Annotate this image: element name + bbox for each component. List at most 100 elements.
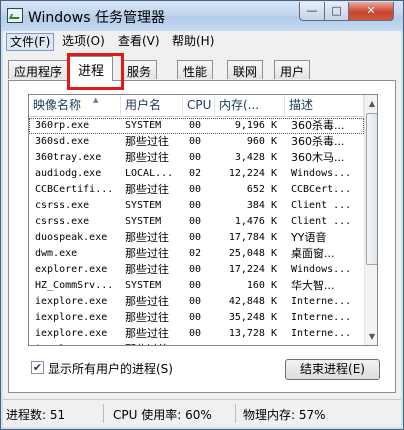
user-name-cell: 那些过往 [125, 247, 169, 260]
table-row[interactable]: CCBCertifi... 那些过往 00 652 K CCBCert... [29, 182, 364, 198]
memory-cell: 35,248 K [228, 312, 277, 323]
processes-panel: 映像名称 ▲ 用户名 CPU 内存(... 描述 360rp.exe SYSTEM… [8, 80, 396, 393]
column-header-user[interactable]: 用户名 [121, 95, 183, 117]
cpu-cell: 00 [189, 296, 202, 307]
tab-applications[interactable]: 应用程序 [8, 60, 69, 79]
menu-file[interactable]: 文件(F) [6, 33, 55, 51]
user-name-cell: 那些过往 [125, 311, 169, 324]
scroll-thumb[interactable] [366, 113, 377, 265]
status-divider [235, 404, 236, 423]
memory-cell: 1,476 K [234, 216, 277, 227]
table-row[interactable]: iexplore.exe 那些过往 00 42,848 K Interne... [29, 294, 364, 310]
user-name-cell: 那些过往 [125, 327, 169, 340]
task-manager-icon [7, 8, 23, 23]
description-cell: Interne... [291, 342, 363, 345]
cpu-cell: 00 [189, 232, 202, 243]
memory-cell: 960 K [246, 136, 277, 147]
table-row[interactable]: 360sd.exe 那些过往 00 960 K 360杀毒... [29, 134, 364, 150]
description-cell: Client ... [291, 200, 352, 211]
description-cell: Interne... [291, 296, 352, 307]
tab-services[interactable]: 服务 [121, 60, 158, 79]
table-row[interactable]: csrss.exe SYSTEM 00 1,476 K Client ... [29, 214, 364, 230]
process-name-cell: HZ_CommSrv... [35, 280, 114, 291]
table-row[interactable]: iexplore.exe那些过往 0027,768 K Interne... [29, 342, 364, 345]
description-cell: Interne... [291, 312, 352, 323]
column-header-cpu[interactable]: CPU [183, 95, 215, 117]
process-name-cell: iexplore.exe [35, 296, 108, 307]
table-row[interactable]: duospeak.exe 那些过往 00 17,784 K YY语音 [29, 230, 364, 246]
menu-help[interactable]: 帮助(H) [169, 33, 217, 51]
cpu-cell: 00 [189, 120, 202, 131]
memory-cell: 17,784 K [228, 232, 277, 243]
menu-view[interactable]: 查看(V) [115, 33, 163, 51]
process-name-cell: audiodg.exe [35, 168, 102, 179]
memory-cell: 27,768 K [219, 342, 277, 345]
description-cell: Client ... [291, 216, 352, 227]
description-cell: 华大智... [291, 279, 335, 292]
user-name-cell: 那些过往 [125, 263, 169, 276]
status-bar: 进程数: 51 CPU 使用率: 60% 物理内存: 57% [3, 399, 401, 427]
column-header-memory[interactable]: 内存(... [215, 95, 285, 117]
description-cell: 360杀毒... [291, 119, 345, 132]
user-name-cell: SYSTEM [125, 280, 162, 291]
maximize-button[interactable]: □ [324, 2, 349, 21]
cpu-cell: 00 [189, 184, 202, 195]
window-title: Windows 任务管理器 [28, 10, 165, 26]
table-row[interactable]: csrss.exe SYSTEM 00 384 K Client ... [29, 198, 364, 214]
table-row[interactable]: iexplore.exe 那些过往 00 35,248 K Interne... [29, 310, 364, 326]
cpu-cell: 02 [189, 248, 202, 259]
description-cell: 360木马... [291, 151, 345, 164]
table-row[interactable]: 360rp.exe SYSTEM 00 9,196 K 360杀毒... [29, 118, 364, 134]
end-process-button[interactable]: 结束进程(E) [285, 359, 380, 380]
table-row[interactable]: audiodg.exe LOCAL... 02 12,224 K Windows... [29, 166, 364, 182]
description-cell: 360杀毒... [291, 135, 345, 148]
process-name-cell: csrss.exe [35, 216, 90, 227]
memory-cell: 13,728 K [228, 328, 277, 339]
client-area: 应用程序 进程 服务 性能 联网 用户 映像名称 ▲ 用户名 CPU 内存(..… [3, 52, 401, 399]
process-name-cell: 360tray.exe [35, 152, 102, 163]
minimize-button[interactable]: — [299, 2, 325, 21]
description-cell: Windows... [291, 264, 352, 275]
user-name-cell: 那些过往 [125, 135, 169, 148]
column-header-name[interactable]: 映像名称 [29, 95, 121, 117]
menu-options[interactable]: 选项(O) [59, 33, 108, 51]
tab-network[interactable]: 联网 [227, 60, 264, 79]
user-name-cell: 那些过往 [125, 151, 169, 164]
description-cell: CCBCert... [291, 184, 352, 195]
process-name-cell: dwm.exe [35, 248, 78, 259]
table-row[interactable]: iexplore.exe 那些过往 00 13,728 K Interne... [29, 326, 364, 342]
column-header-description[interactable]: 描述 [285, 95, 364, 117]
memory-cell: 17,224 K [228, 264, 277, 275]
show-all-processes-label[interactable]: 显示所有用户的进程(S) [48, 360, 173, 377]
memory-cell: 3,428 K [234, 152, 277, 163]
status-divider [103, 404, 104, 423]
tab-users[interactable]: 用户 [274, 60, 311, 79]
memory-cell: 9,196 K [234, 120, 277, 131]
show-all-processes-checkbox[interactable]: ✔ [31, 361, 44, 374]
table-row[interactable]: HZ_CommSrv... SYSTEM 00 160 K 华大智... [29, 278, 364, 294]
vertical-scrollbar[interactable]: ▲ ▼ [364, 95, 377, 345]
menu-bar: 文件(F) 选项(O) 查看(V) 帮助(H) [3, 31, 401, 52]
process-name-cell: iexplore.exe [35, 328, 108, 339]
arrow-up-icon[interactable]: ▲ [365, 95, 377, 112]
process-list[interactable]: 映像名称 ▲ 用户名 CPU 内存(... 描述 360rp.exe SYSTEM… [28, 94, 378, 346]
list-header: 映像名称 ▲ 用户名 CPU 内存(... 描述 [29, 95, 364, 117]
tab-performance[interactable]: 性能 [177, 60, 214, 79]
user-name-cell: SYSTEM [125, 216, 162, 227]
cpu-cell: 00 [189, 216, 202, 227]
process-name-cell: duospeak.exe [35, 232, 108, 243]
cpu-cell: 02 [189, 168, 202, 179]
process-name-cell: explorer.exe [35, 264, 108, 275]
tab-processes[interactable]: 进程 [69, 56, 114, 81]
sort-up-icon: ▲ [93, 96, 99, 104]
user-name-cell: SYSTEM [125, 120, 162, 131]
cpu-cell: 00 [189, 264, 202, 275]
arrow-down-icon[interactable]: ▼ [365, 328, 377, 345]
table-row[interactable]: dwm.exe 那些过往 02 25,048 K 桌面窗... [29, 246, 364, 262]
title-bar[interactable]: Windows 任务管理器 — □ ✕ [1, 1, 403, 31]
table-row[interactable]: explorer.exe 那些过往 00 17,224 K Windows... [29, 262, 364, 278]
table-row[interactable]: 360tray.exe 那些过往 00 3,428 K 360木马... [29, 150, 364, 166]
cpu-cell: 00 [189, 280, 202, 291]
description-cell: Interne... [291, 328, 352, 339]
close-button[interactable]: ✕ [348, 2, 394, 21]
